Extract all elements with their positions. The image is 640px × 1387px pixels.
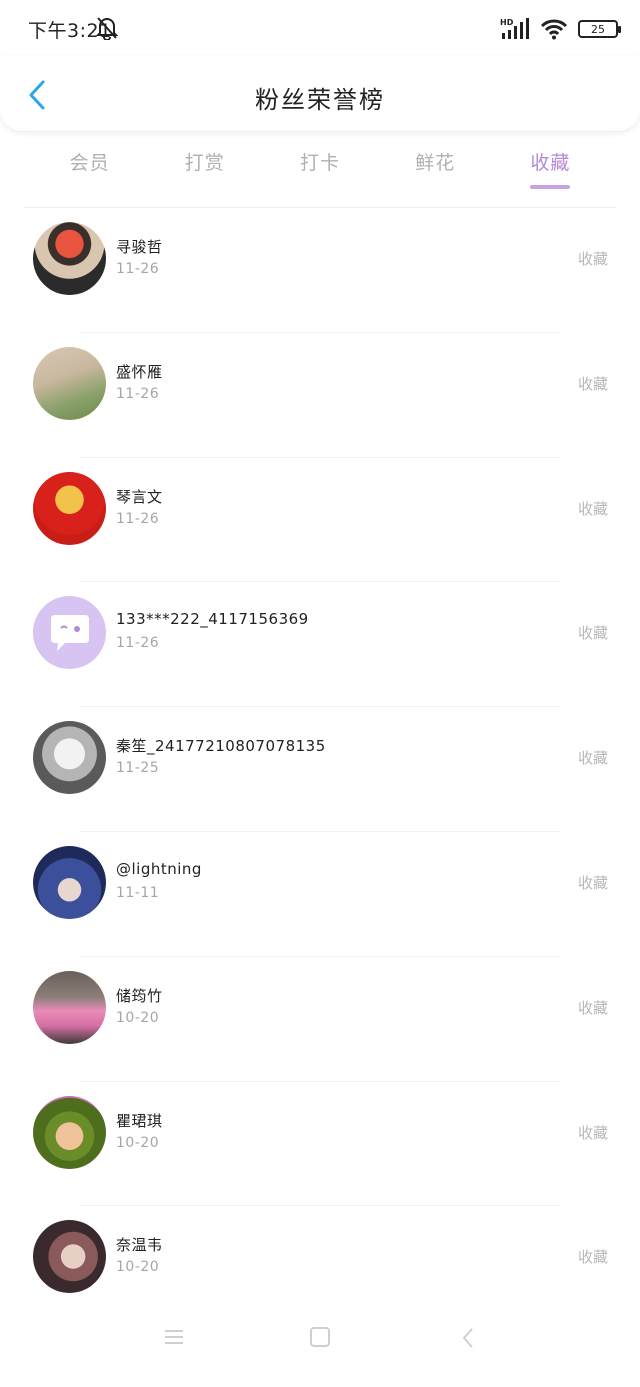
user-date: 11-26	[116, 261, 160, 277]
avatar	[33, 970, 106, 1044]
user-name: 瞿珺琪	[116, 1111, 163, 1130]
tab-label: 打卡	[300, 152, 341, 174]
user-name: 琴言文	[116, 487, 163, 506]
tab-favorite[interactable]: 收藏	[493, 138, 608, 208]
list-item[interactable]: 储筠竹 10-20 收藏	[0, 957, 640, 1082]
status-indicators: HD 25	[500, 16, 621, 42]
favorite-label: 收藏	[577, 749, 608, 768]
battery-icon: 25	[578, 20, 621, 38]
tab-member[interactable]: 会员	[32, 138, 147, 208]
tab-label: 收藏	[530, 152, 571, 174]
list-item[interactable]: 瞿珺琪 10-20 收藏	[0, 1082, 640, 1207]
status-bar: 下午3:21 HD 25	[0, 0, 640, 56]
avatar	[33, 596, 106, 670]
tab-checkin[interactable]: 打卡	[262, 138, 377, 208]
list-item[interactable]: 133***222_4117156369 11-26 收藏	[0, 582, 640, 708]
signal-icon: HD	[500, 18, 529, 39]
user-name: 储筠竹	[116, 986, 163, 1005]
bell-muted-icon	[96, 17, 118, 40]
tab-label: 鲜花	[415, 152, 456, 174]
avatar	[33, 346, 106, 420]
home-icon[interactable]	[310, 1327, 330, 1347]
tab-bar: 会员 打赏 打卡 鲜花 收藏	[32, 138, 608, 208]
battery-level: 25	[591, 22, 605, 36]
avatar	[33, 1095, 106, 1169]
svg-text:HD: HD	[500, 18, 514, 27]
avatar	[33, 721, 106, 795]
list-item[interactable]: 盛怀雁 11-26 收藏	[0, 333, 640, 458]
list-item[interactable]: 寻骏哲 11-26 收藏	[0, 208, 640, 333]
user-name: 奈温韦	[116, 1236, 163, 1255]
favorite-label: 收藏	[577, 1123, 608, 1142]
wifi-icon	[540, 19, 568, 40]
list-item[interactable]: 琴言文 11-26 收藏	[0, 458, 640, 583]
page-title: 粉丝荣誉榜	[255, 86, 385, 114]
user-name: 秦笙_24177210807078135	[116, 737, 326, 756]
favorite-label: 收藏	[577, 624, 608, 643]
user-date: 11-26	[116, 385, 160, 402]
user-date: 10-20	[116, 1134, 160, 1151]
tab-flower[interactable]: 鲜花	[378, 138, 493, 208]
favorite-label: 收藏	[577, 250, 608, 268]
favorite-label: 收藏	[577, 1248, 608, 1267]
user-name: @lightning	[116, 859, 202, 878]
avatar	[33, 1220, 106, 1294]
user-date: 10-20	[116, 1259, 160, 1276]
user-date: 11-11	[116, 884, 160, 901]
list-item[interactable]: 秦笙_24177210807078135 11-25 收藏	[0, 707, 640, 832]
favorite-label: 收藏	[577, 374, 608, 393]
chat-bubble-icon	[50, 614, 89, 651]
avatar	[33, 222, 106, 295]
favorite-label: 收藏	[577, 998, 608, 1017]
user-name: 133***222_4117156369	[116, 610, 309, 629]
user-name: 寻骏哲	[116, 238, 163, 256]
active-tab-indicator	[530, 185, 571, 189]
header: 粉丝荣誉榜	[0, 56, 640, 132]
list-item[interactable]: @lightning 11-11 收藏	[0, 832, 640, 957]
user-date: 10-20	[116, 1009, 160, 1026]
tab-label: 会员	[69, 152, 110, 174]
user-name: 盛怀雁	[116, 362, 163, 381]
user-date: 11-25	[116, 760, 160, 777]
favorite-label: 收藏	[577, 873, 608, 892]
tab-label: 打赏	[184, 152, 225, 174]
avatar	[33, 471, 106, 545]
menu-icon[interactable]	[164, 1329, 184, 1345]
user-date: 11-26	[116, 635, 160, 652]
fan-list: 寻骏哲 11-26 收藏 盛怀雁 11-26 收藏 琴言文 11-26 收藏 1…	[0, 208, 640, 1331]
back-nav-icon[interactable]	[460, 1327, 476, 1349]
user-date: 11-26	[116, 510, 160, 527]
system-nav-bar	[0, 1307, 640, 1387]
avatar	[33, 845, 106, 919]
tab-tip[interactable]: 打赏	[147, 138, 262, 208]
favorite-label: 收藏	[577, 499, 608, 518]
